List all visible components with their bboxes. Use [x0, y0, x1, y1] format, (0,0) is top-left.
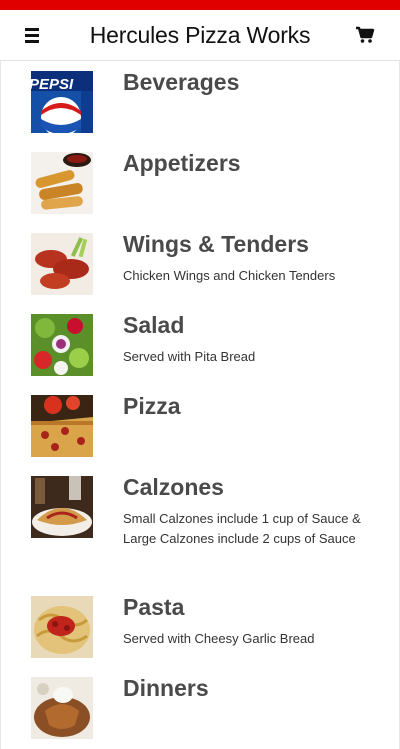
category-name: Dinners [123, 675, 209, 701]
top-accent-bar [0, 0, 400, 10]
category-name: Appetizers [123, 150, 241, 176]
category-name: Calzones [123, 474, 224, 500]
page-left-border [0, 61, 1, 749]
category-description: Small Calzones include 1 cup of Sauce & … [123, 511, 361, 546]
appetizers-thumbnail [31, 152, 93, 214]
category-name: Salad [123, 312, 185, 338]
svg-text:PEPSI: PEPSI [31, 76, 74, 93]
salad-thumbnail [31, 314, 93, 376]
calzones-thumbnail [31, 476, 93, 538]
hamburger-menu-icon[interactable] [22, 25, 44, 47]
category-name: Pizza [123, 393, 181, 419]
category-name: Beverages [123, 69, 240, 95]
category-description: Served with Pita Bread [123, 349, 256, 364]
category-description: Served with Cheesy Garlic Bread [123, 631, 315, 646]
wings-tenders-thumbnail [31, 233, 93, 295]
category-name: Wings & Tenders [123, 231, 309, 257]
category-description: Chicken Wings and Chicken Tenders [123, 268, 336, 283]
pasta-thumbnail [31, 596, 93, 658]
pizza-thumbnail [31, 395, 93, 457]
beverages-thumbnail: PEPSI [31, 71, 93, 133]
category-name: Pasta [123, 594, 185, 620]
dinners-thumbnail [31, 677, 93, 739]
app-header: Hercules Pizza Works [0, 10, 400, 61]
page-title: Hercules Pizza Works [89, 22, 311, 48]
shopping-cart-icon[interactable] [355, 25, 379, 47]
